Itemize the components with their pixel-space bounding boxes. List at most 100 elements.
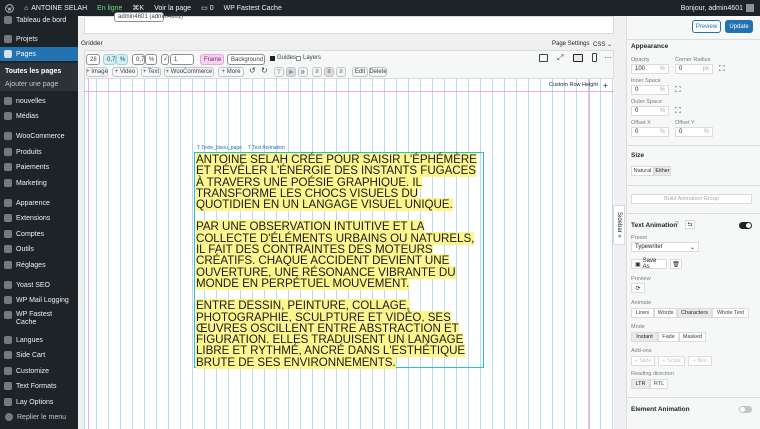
row-gap-unit[interactable]: % [145,54,157,65]
add-video-button[interactable]: + Video [112,67,138,77]
col-gap-unit[interactable]: % [116,54,128,65]
sidebar-item-woocommerce[interactable]: WooCommerce [0,129,78,143]
corner-radius-input[interactable]: 0 px [675,64,713,74]
size-either-option[interactable]: Either [654,166,671,176]
sidebar-item-wp-fastest-cache[interactable]: WP Fastest Cache [0,309,78,331]
author-select[interactable]: admin4601 (admin4601) [114,12,183,22]
swap-icon[interactable]: ⇆ [685,220,695,229]
undo-icon[interactable]: ↺ [249,66,256,75]
layers-toggle[interactable]: Layers [296,55,321,61]
update-button[interactable]: Update [725,20,753,33]
account-menu[interactable]: Bonjour, admin4601 [676,0,760,16]
sidebar-item-yoast[interactable]: Yoast SEO [0,278,78,292]
sidebar-item-medias[interactable]: Médias [0,109,78,123]
frame-select[interactable]: Frame [200,54,224,65]
sidebar-item-outils[interactable]: Outils [0,242,78,256]
guides-toggle[interactable]: Guides [270,55,296,61]
align-top-icon[interactable]: ⊤ [274,67,284,77]
sidebar-item-pages[interactable]: Pages [0,47,78,61]
sidebar-item-wp-mail-logging[interactable]: WP Mail Logging [0,293,78,307]
sidebar-item-projets[interactable]: Projets [0,32,78,46]
sidebar-item-customize[interactable]: Customize [0,364,78,378]
align-middle-icon[interactable]: ⊪ [298,67,308,77]
mode-masked-option[interactable]: Masked [679,332,706,342]
animate-lines-option[interactable]: Lines [631,308,654,318]
expand-inner-icon[interactable]: ⛶ [675,85,681,95]
text-animation-tag[interactable]: T Text Animation [248,145,285,151]
text-align-left-icon[interactable]: ≡ [312,67,322,77]
element-animation-toggle[interactable] [739,406,752,413]
add-image-button[interactable]: + Image [86,67,108,77]
sidebar-toggle-tab[interactable]: Sidebar » [613,205,625,245]
background-select[interactable]: Background [227,54,265,65]
more-options-icon[interactable]: ⋯ [604,53,612,62]
sidebar-item-text-formats[interactable]: Text Formats [0,379,78,393]
delete-preset-icon[interactable]: 🗑 [670,259,682,269]
text-format-tag[interactable]: T Texte_bisou_page [197,145,242,151]
sidebar-subitem-all-pages[interactable]: Toutes les pages [0,64,78,78]
sidebar-item-reglages[interactable]: Réglages [0,258,78,272]
animate-characters-option[interactable]: Characters [677,308,712,318]
add-row-icon[interactable]: + [603,81,608,90]
addon-scale-button[interactable]: + Scale [658,356,685,366]
sidebar-item-comptes[interactable]: Comptes [0,227,78,241]
sidebar-item-apparence[interactable]: Apparence [0,196,78,210]
mode-fade-option[interactable]: Fade [658,332,679,342]
edit-button[interactable]: Edit [352,67,368,77]
row-checkbox[interactable]: ✓ [161,54,169,65]
sidebar-item-produits[interactable]: Produits [0,145,78,159]
expand-outer-icon[interactable]: ⛶ [675,106,681,116]
opacity-input[interactable]: 100% [631,64,669,74]
outer-space-input[interactable]: 0% [631,106,669,116]
addon-slide-button[interactable]: + Slide [631,356,655,366]
add-text-button[interactable]: + Text [141,67,161,77]
sidebar-item-paiements[interactable]: Paiements [0,160,78,174]
grid-view-icon[interactable] [539,54,548,62]
animate-whole-text-option[interactable]: Whole Text [712,308,749,318]
sidebar-subitem-add-page[interactable]: Ajouter une page [0,77,78,91]
fastest-cache-link[interactable]: WP Fastest Cache [219,0,287,16]
desktop-view-icon[interactable] [573,54,583,62]
sidebar-item-langues[interactable]: Langues [0,333,78,347]
size-natural-option[interactable]: Natural [631,166,654,176]
text-align-right-icon[interactable]: ≡ [336,67,346,77]
sidebar-item-nouvelles[interactable]: nouvelles [0,94,78,108]
fullscreen-icon[interactable]: ⤢ [557,53,563,63]
collapse-menu-button[interactable]: Replier le menu [0,410,78,424]
sidebar-item-side-cart[interactable]: Side Cart [0,348,78,362]
sidebar-item-marketing[interactable]: Marketing [0,176,78,190]
direction-rtl-option[interactable]: RTL [650,379,668,389]
preview-play-icon[interactable]: ⟳ [631,283,645,293]
animate-words-option[interactable]: Words [654,308,677,318]
align-left-icon[interactable]: ⊫ [286,67,296,77]
text-animation-toggle[interactable] [739,222,752,229]
row-count-input[interactable]: 1 [170,54,194,65]
mode-instant-option[interactable]: Instant [631,332,658,342]
offset-y-input[interactable]: 0% [675,127,713,137]
row-gap-input[interactable]: 0,7 [132,54,145,65]
help-icon[interactable]: ? [675,221,679,228]
phone-view-icon[interactable] [592,53,597,62]
col-gap-input[interactable]: 0,7 [103,54,116,65]
columns-select[interactable]: 28 [86,54,100,65]
text-align-center-icon[interactable]: ≡ [324,67,334,77]
redo-icon[interactable]: ↻ [261,66,268,75]
sidebar-item-lay-options[interactable]: Lay Options [0,395,78,409]
addon-blur-button[interactable]: + Blur [688,356,712,366]
offset-x-input[interactable]: 0% [631,127,669,137]
custom-row-height-link[interactable]: Custom Row Height [549,82,598,88]
css-link[interactable]: CSS ⌄ [593,41,612,48]
preview-button[interactable]: Preview [692,20,721,33]
page-settings-link[interactable]: Page Settings [552,41,589,47]
sidebar-item-extensions[interactable]: Extensions [0,211,78,225]
expand-corners-icon[interactable]: ⛶ [719,64,725,74]
sidebar-item-dashboard[interactable]: Tableau de bord [0,13,78,27]
text-element[interactable]: ANTOINE SELAH CRÉE POUR SAISIR L'ÉPHÉMÈR… [194,152,484,369]
save-preset-button[interactable]: ▣ Save As [631,258,667,270]
comments-link[interactable]: ▭ 0 [196,0,219,16]
add-more-button[interactable]: + More [218,67,244,77]
inner-space-input[interactable]: 0% [631,85,669,95]
build-animation-group-button[interactable]: Build Animation Group [631,194,752,204]
delete-button[interactable]: Delete [369,67,387,77]
preset-select[interactable]: Typewriter ⌄ [631,242,699,252]
